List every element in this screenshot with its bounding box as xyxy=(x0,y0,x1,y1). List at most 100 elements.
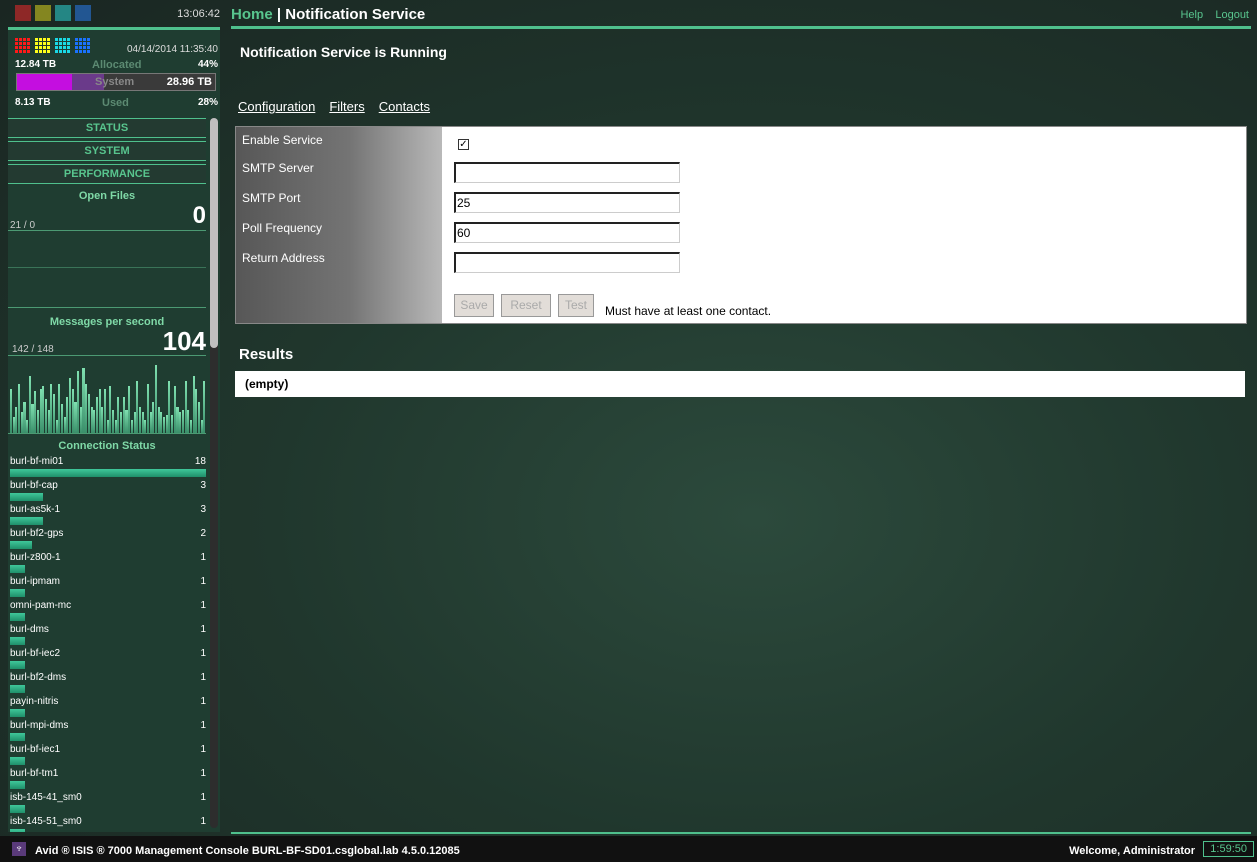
connection-name: burl-as5k-1 xyxy=(10,504,61,515)
connection-name: burl-bf2-gps xyxy=(10,528,64,539)
open-files-value: 0 xyxy=(192,202,206,229)
connection-name: burl-bf-tm1 xyxy=(10,768,59,779)
allocated-size: 12.84 TB xyxy=(15,59,57,70)
test-button[interactable]: Test xyxy=(558,294,594,317)
connection-count: 3 xyxy=(200,480,206,491)
smtp-port-input[interactable]: 25 xyxy=(454,192,680,213)
connection-item: burl-as5k-1 3 xyxy=(10,504,206,525)
connection-bar xyxy=(10,565,25,573)
tab-contacts[interactable]: Contacts xyxy=(379,99,430,114)
scrollbar-thumb[interactable] xyxy=(210,118,218,348)
connection-bar xyxy=(10,637,25,645)
clock: 13:06:42 xyxy=(177,8,220,20)
enable-service-checkbox[interactable]: ✓ xyxy=(458,139,469,150)
configuration-form: Enable Service SMTP Server SMTP Port Pol… xyxy=(235,126,1247,324)
tab-configuration[interactable]: Configuration xyxy=(238,99,315,114)
connection-item: burl-bf-iec2 1 xyxy=(10,648,206,669)
allocated-label: Allocated xyxy=(92,59,142,71)
connection-name: burl-bf-iec2 xyxy=(10,648,61,659)
connection-item: burl-bf-iec1 1 xyxy=(10,744,206,765)
connection-name: isb-145-51_sm0 xyxy=(10,816,82,827)
used-label: Used xyxy=(102,97,129,109)
enable-service-label: Enable Service xyxy=(242,133,323,147)
connection-item: payin-nitris 1 xyxy=(10,696,206,717)
nav-performance[interactable]: PERFORMANCE xyxy=(8,164,206,184)
connection-name: isb-145-41_sm0 xyxy=(10,792,82,803)
poll-frequency-label: Poll Frequency xyxy=(242,221,323,235)
grid-icon-red xyxy=(15,38,31,54)
messages-range: 142 / 148 xyxy=(12,344,54,355)
connection-count: 1 xyxy=(200,672,206,683)
connection-item: burl-bf-cap 3 xyxy=(10,480,206,501)
storage-bar: System 28.96 TB xyxy=(16,73,216,91)
smtp-server-label: SMTP Server xyxy=(242,161,314,175)
connection-count: 18 xyxy=(194,456,206,467)
label-column: Enable Service SMTP Server SMTP Port Pol… xyxy=(236,127,442,323)
connection-item: burl-bf2-gps 2 xyxy=(10,528,206,549)
connection-count: 2 xyxy=(200,528,206,539)
connection-bar xyxy=(10,733,25,741)
connection-count: 1 xyxy=(200,768,206,779)
results-value: (empty) xyxy=(245,377,289,391)
status-square-blue[interactable] xyxy=(75,5,91,21)
connection-bar xyxy=(10,685,25,693)
connection-name: burl-bf2-dms xyxy=(10,672,67,683)
save-button[interactable]: Save xyxy=(454,294,494,317)
connection-name: burl-dms xyxy=(10,624,49,635)
help-link[interactable]: Help xyxy=(1180,9,1203,21)
smtp-server-input[interactable] xyxy=(454,162,680,183)
connection-bar xyxy=(10,541,32,549)
divider xyxy=(8,433,206,434)
avid-logo-icon: ♆ xyxy=(12,842,26,856)
connection-item: burl-z800-1 1 xyxy=(10,552,206,573)
welcome-text: Welcome, Administrator xyxy=(1069,845,1195,857)
connection-count: 1 xyxy=(200,744,206,755)
connection-bar xyxy=(10,829,25,832)
return-address-label: Return Address xyxy=(242,251,325,265)
tabs: Configuration Filters Contacts xyxy=(238,98,444,116)
nav-status[interactable]: STATUS xyxy=(8,118,206,138)
storage-datetime: 04/14/2014 11:35:40 xyxy=(126,44,218,55)
sidebar-scrollbar[interactable] xyxy=(210,118,218,828)
divider xyxy=(8,307,206,308)
used-pct: 28% xyxy=(197,97,218,108)
used-size: 8.13 TB xyxy=(15,97,51,108)
connection-name: burl-bf-mi01 xyxy=(10,456,64,467)
poll-frequency-input[interactable]: 60 xyxy=(454,222,680,243)
connection-bar xyxy=(10,493,43,501)
grid-icon-yellow xyxy=(35,38,51,54)
connection-bar xyxy=(10,469,206,477)
tab-filters[interactable]: Filters xyxy=(329,99,364,114)
logout-link[interactable]: Logout xyxy=(1215,9,1249,21)
connection-count: 1 xyxy=(200,552,206,563)
results-title: Results xyxy=(239,346,294,363)
service-status: Notification Service is Running xyxy=(240,44,447,60)
breadcrumb-home[interactable]: Home xyxy=(231,6,273,23)
header: Home | Notification Service Help Logout xyxy=(231,0,1257,26)
return-address-input[interactable] xyxy=(454,252,680,273)
reset-button[interactable]: Reset xyxy=(501,294,551,317)
connection-bar xyxy=(10,517,43,525)
status-square-red[interactable] xyxy=(15,5,31,21)
connection-count: 1 xyxy=(200,720,206,731)
connection-count: 3 xyxy=(200,504,206,515)
connection-count: 1 xyxy=(200,792,206,803)
connection-count: 1 xyxy=(200,696,206,707)
connection-bar xyxy=(10,757,25,765)
connection-count: 1 xyxy=(200,576,206,587)
connection-bar xyxy=(10,613,25,621)
connection-count: 1 xyxy=(200,624,206,635)
grid-icon-cyan xyxy=(55,38,71,54)
connection-bar xyxy=(10,661,25,669)
connection-item: isb-145-41_sm0 1 xyxy=(10,792,206,813)
status-square-cyan[interactable] xyxy=(55,5,71,21)
nav-system[interactable]: SYSTEM xyxy=(8,141,206,161)
connection-item: burl-bf-tm1 1 xyxy=(10,768,206,789)
connection-name: burl-z800-1 xyxy=(10,552,61,563)
connection-item: burl-bf2-dms 1 xyxy=(10,672,206,693)
grid-icon-blue xyxy=(75,38,91,54)
status-square-yellow[interactable] xyxy=(35,5,51,21)
connection-name: burl-ipmam xyxy=(10,576,61,587)
allocated-pct: 44% xyxy=(197,59,218,70)
connection-bar xyxy=(10,709,25,717)
